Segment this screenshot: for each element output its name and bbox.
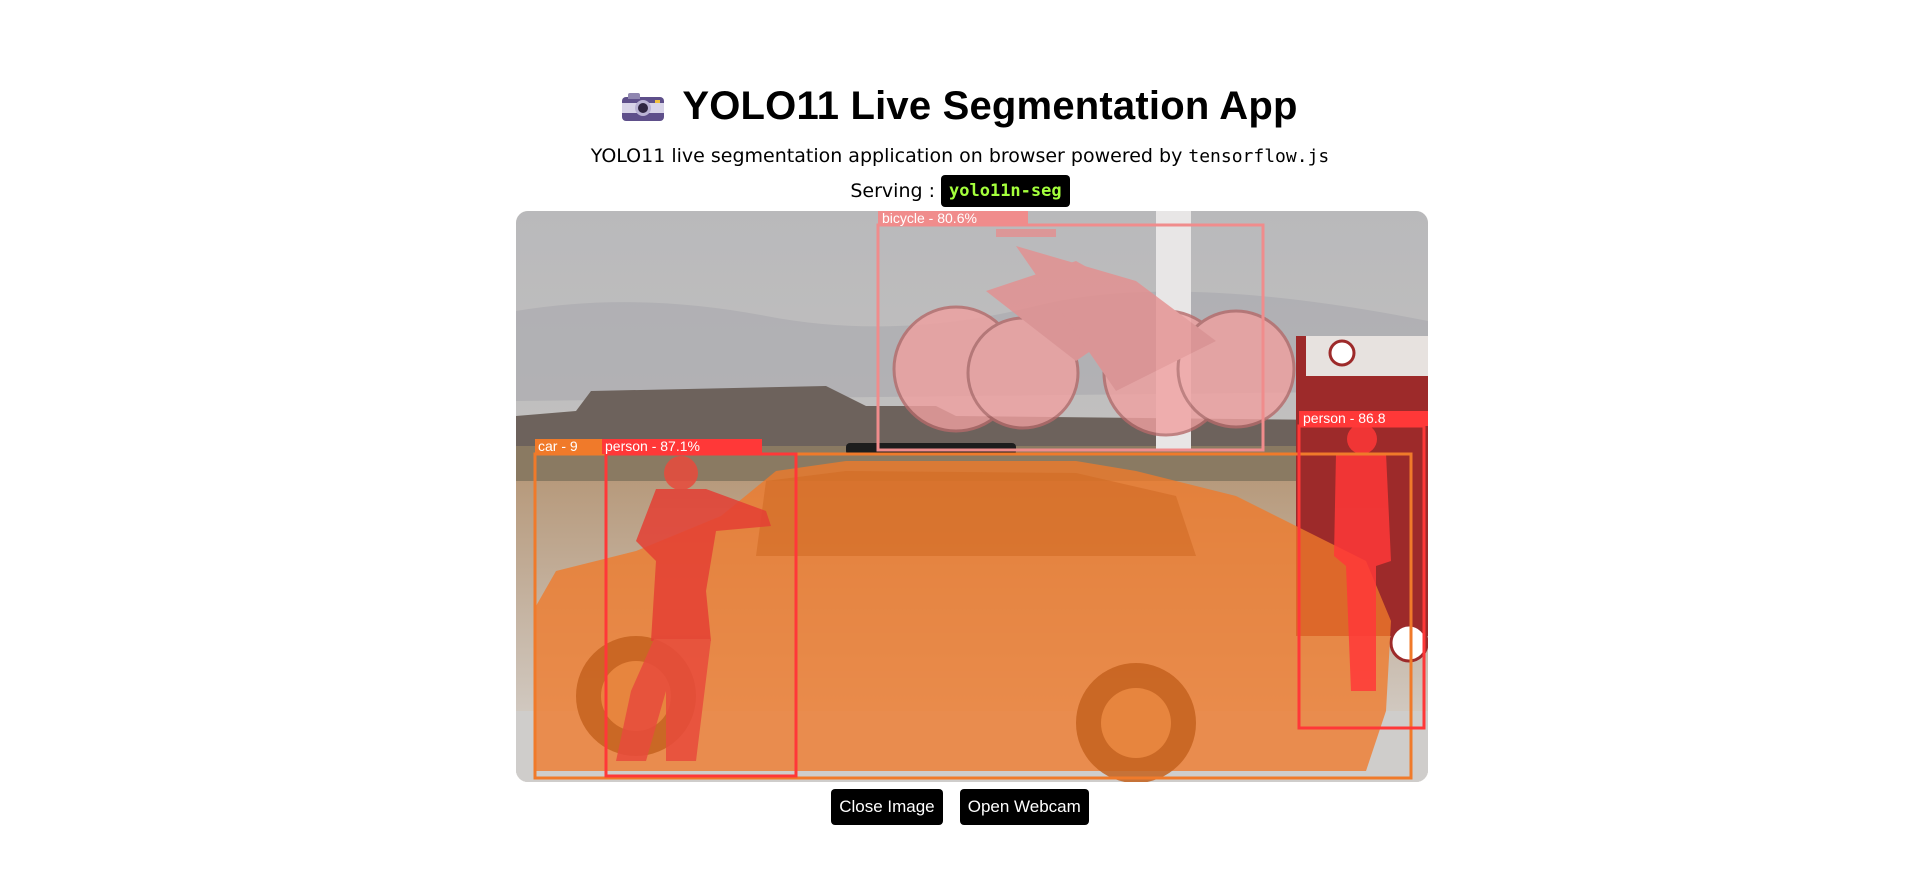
pump-sign [1306,336,1428,376]
close-image-button[interactable]: Close Image [831,789,943,825]
segmentation-canvas: bicycle - 80.6% car - 9 person - 87.1% p… [516,211,1428,782]
open-webcam-button[interactable]: Open Webcam [959,789,1089,825]
phillips-sign [1389,623,1428,663]
image-viewer: bicycle - 80.6% car - 9 person - 87.1% p… [516,211,1428,782]
subtitle-text: YOLO11 live segmentation application on … [590,145,1183,167]
serving-row: Serving : yolo11n-seg [850,174,1070,208]
label-bicycle: bicycle - 80.6% [882,211,977,226]
page-subtitle: YOLO11 live segmentation application on … [0,142,1920,170]
label-person-left: person - 87.1% [605,438,700,454]
label-person-right: person - 86.8 [1303,410,1386,426]
model-badge: yolo11n-seg [941,175,1070,207]
app-root: YOLO11 Live Segmentation App YOLO11 live… [0,0,1920,891]
label-car: car - 9 [538,438,578,454]
camera-icon [622,91,665,121]
car-rear-hub [1101,688,1171,758]
serving-label: Serving : [850,180,936,202]
title-row: YOLO11 Live Segmentation App [622,78,1297,134]
page-title: YOLO11 Live Segmentation App [682,83,1298,128]
route66-sign [1328,339,1356,367]
subtitle-code: tensorflow.js [1188,146,1330,167]
controls: Close Image Open Webcam [0,789,1920,825]
header: YOLO11 Live Segmentation App YOLO11 live… [0,78,1920,208]
